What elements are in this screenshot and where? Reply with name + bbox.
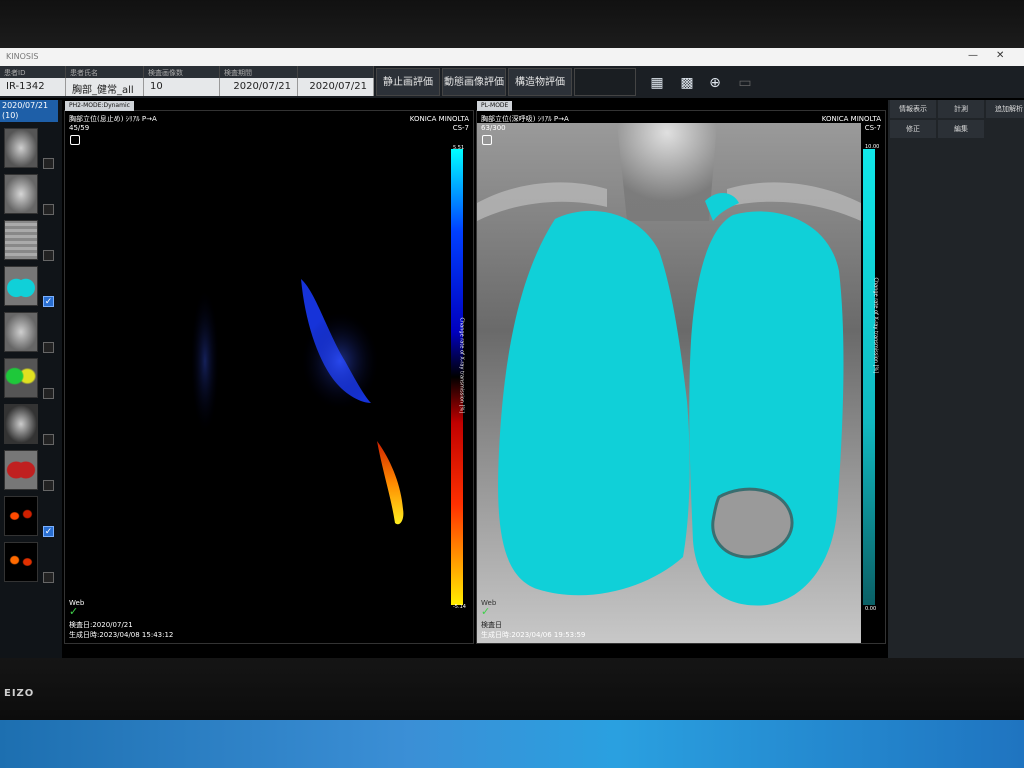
thumbnail-checkbox[interactable] [43, 158, 54, 169]
tab-additional-analysis[interactable]: 追加解析 [986, 100, 1024, 118]
dynamic-image-eval-button[interactable]: 動態画像評価 [442, 68, 506, 96]
viewer-frame-counter: 63/300 [481, 124, 506, 132]
correct-button[interactable]: 修正 [890, 120, 936, 138]
thumbnail-heat[interactable] [4, 542, 38, 582]
thumbnail-checkbox[interactable] [43, 342, 54, 353]
film-icon[interactable]: ▭ [734, 72, 756, 94]
grid-settings-icon[interactable]: ▩ [676, 72, 698, 94]
heat-region [377, 441, 404, 525]
stomach-bubble [711, 487, 794, 559]
thumbnail-checkbox-checked[interactable]: ✓ [43, 296, 54, 307]
thumbnail-checkbox[interactable] [43, 388, 54, 399]
tab-measure[interactable]: 計測 [938, 100, 984, 118]
viewer-manufacturer: KONICA MINOLTA [821, 115, 881, 123]
viewer-mode-tab[interactable]: PL-MODE [477, 101, 513, 111]
right-image-viewer[interactable]: PL-MODE 胸部立位(深呼吸) ｼﾘｱﾙ P→A 63/300 KONICA… [476, 101, 886, 644]
static-image-eval-button[interactable]: 静止画評価 [376, 68, 440, 96]
scale-top-value: 10.00 [865, 144, 880, 150]
thumbnail-xray[interactable] [4, 128, 38, 168]
created-datetime: 生成日時:2023/04/06 19:53:59 [481, 631, 586, 639]
viewer-series-title: 胸部立位(深呼吸) ｼﾘｱﾙ P→A [481, 115, 569, 123]
title-bar: KINOSIS — ✕ [0, 48, 1024, 66]
exam-period-end-field: 2020/07/21 [298, 66, 374, 96]
thumbnail-checkbox-checked[interactable]: ✓ [43, 526, 54, 537]
exam-date: 検査日 [481, 621, 502, 629]
grid-all-icon[interactable]: ▦ [646, 72, 668, 94]
thumbnail-strip: 2020/07/21 (10) ✓ ✓ [0, 100, 62, 658]
thumbnail-xray[interactable] [4, 174, 38, 214]
left-image-viewer[interactable]: PH2-MODE:Dynamic 胸部立位(息止め) ｼﾘｱﾙ P→A 45/5… [64, 101, 474, 644]
thumbnail-checkbox[interactable] [43, 434, 54, 445]
tab-info-display[interactable]: 情報表示 [890, 100, 936, 118]
scale-axis-label: Change rate of X-ray transmission [%] [872, 277, 879, 374]
thumbnail-xray[interactable] [4, 404, 38, 444]
thumbnail-checkbox[interactable] [43, 204, 54, 215]
scale-top-value: 5.51 [453, 145, 465, 151]
thumbnail-green-overlay[interactable] [4, 358, 38, 398]
series-date[interactable]: 2020/07/21 (10) [0, 100, 58, 122]
thumbnail-checkbox[interactable] [43, 480, 54, 491]
zoom-add-icon[interactable]: ⊕ [704, 72, 726, 94]
structure-eval-button[interactable]: 構造物評価 [508, 68, 572, 96]
scale-bottom-value: -5.14 [453, 604, 466, 610]
monitor-brand-logo: EIZO [4, 688, 35, 699]
frame-select-icon[interactable] [482, 135, 492, 145]
thumbnail-xray[interactable] [4, 220, 38, 260]
scale-axis-label: Change rate of X-ray transmission [%] [458, 317, 465, 414]
edit-button[interactable]: 編集 [938, 120, 984, 138]
blue-faint-region [191, 291, 219, 431]
exam-period-start-field: 検査期間 2020/07/21 [220, 66, 298, 96]
screen: KINOSIS — ✕ 患者ID IR-1342 患者氏名 胸部_健常_all … [0, 48, 1024, 658]
created-datetime: 生成日時:2023/04/08 15:43:12 [69, 631, 174, 639]
window-title: KINOSIS [6, 52, 39, 61]
monitor-top-bezel [0, 0, 1024, 48]
check-icon: ✓ [481, 605, 491, 618]
patient-id-field: 患者ID IR-1342 [0, 66, 66, 96]
blank-button [574, 68, 636, 96]
check-icon: ✓ [69, 605, 79, 618]
spine-region [617, 123, 717, 221]
thumbnail-cyan-overlay[interactable] [4, 266, 38, 306]
monitor-bottom-bezel: EIZO [0, 658, 1024, 720]
minimize-icon[interactable]: — [968, 50, 978, 61]
thumbnail-checkbox[interactable] [43, 250, 54, 261]
thumbnail-heat[interactable] [4, 496, 38, 536]
desk-background [0, 720, 1024, 768]
ventilation-map-image [477, 123, 861, 643]
blue-glow [302, 313, 378, 409]
thumbnail-xray[interactable] [4, 312, 38, 352]
scale-bottom-value: 0.00 [865, 606, 877, 612]
image-count-field: 検査画像数 10 [144, 66, 220, 96]
viewer-mode-tab[interactable]: PH2-MODE:Dynamic [65, 101, 134, 111]
dynamic-map-image [191, 279, 404, 525]
exam-date: 検査日:2020/07/21 [69, 621, 133, 629]
right-side-panel: 情報表示 計測 追加解析 修正 編集 [888, 100, 1024, 658]
thumbnail-checkbox[interactable] [43, 572, 54, 583]
thumbnail-red-overlay[interactable] [4, 450, 38, 490]
close-icon[interactable]: ✕ [996, 50, 1004, 61]
viewer-model: CS-7 [864, 124, 881, 132]
patient-name-field: 患者氏名 胸部_健常_all [66, 66, 144, 96]
